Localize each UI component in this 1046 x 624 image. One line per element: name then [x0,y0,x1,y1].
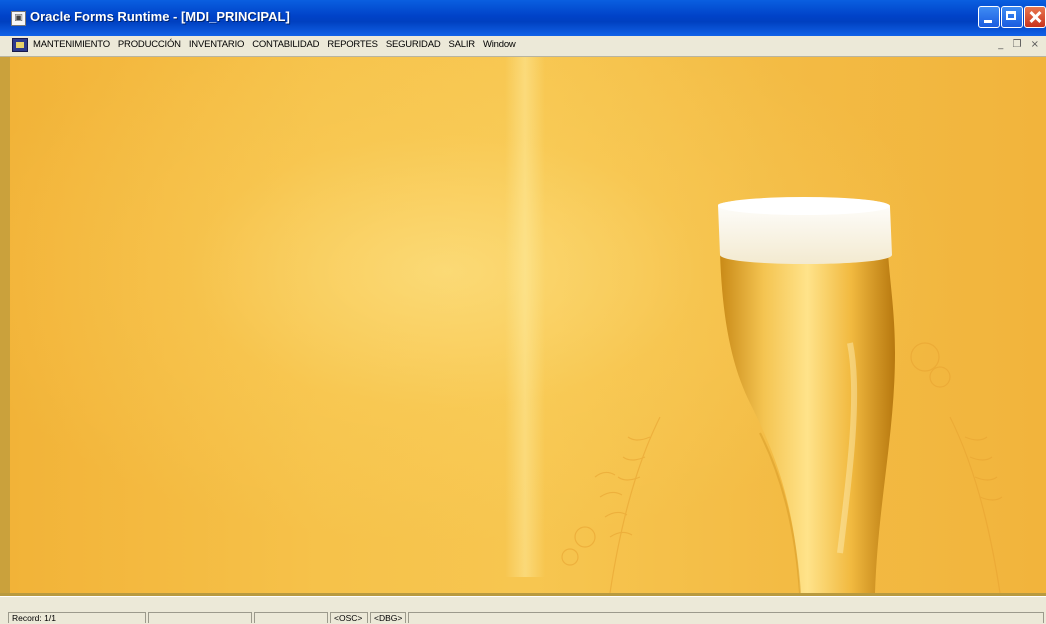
maximize-button[interactable] [1001,6,1023,28]
menu-window[interactable]: Window [483,39,516,50]
menu-reportes[interactable]: REPORTES [327,39,378,50]
menu-salir[interactable]: SALIR [449,39,476,50]
menu-produccion[interactable]: PRODUCCIÓN [118,39,181,50]
window-title: Oracle Forms Runtime - [MDI_PRINCIPAL] [30,9,290,24]
menu-bar: MANTENIMIENTO PRODUCCIÓN INVENTARIO CONT… [0,36,1046,57]
minimize-button[interactable] [978,6,1000,28]
status-panel-2 [148,612,252,623]
menu-seguridad[interactable]: SEGURIDAD [386,39,441,50]
status-dbg: <DBG> [370,612,406,623]
mdi-window-icon[interactable] [12,38,28,52]
app-icon[interactable]: ▣ [11,11,26,26]
close-button[interactable] [1024,6,1046,28]
title-bar[interactable]: ▣ Oracle Forms Runtime - [MDI_PRINCIPAL] [0,0,1046,37]
menu-inventario[interactable]: INVENTARIO [189,39,245,50]
beer-glass-image [718,197,895,593]
status-record: Record: 1/1 [8,612,146,623]
status-osc: <OSC> [330,612,368,623]
status-panel-rest [408,612,1044,623]
mdi-window-controls[interactable]: _ ❐ × [998,39,1042,50]
status-panel-3 [254,612,328,623]
mdi-client-background [10,57,1046,593]
menu-contabilidad[interactable]: CONTABILIDAD [252,39,319,50]
client-left-edge [0,57,10,593]
menu-mantenimiento[interactable]: MANTENIMIENTO [33,39,110,50]
